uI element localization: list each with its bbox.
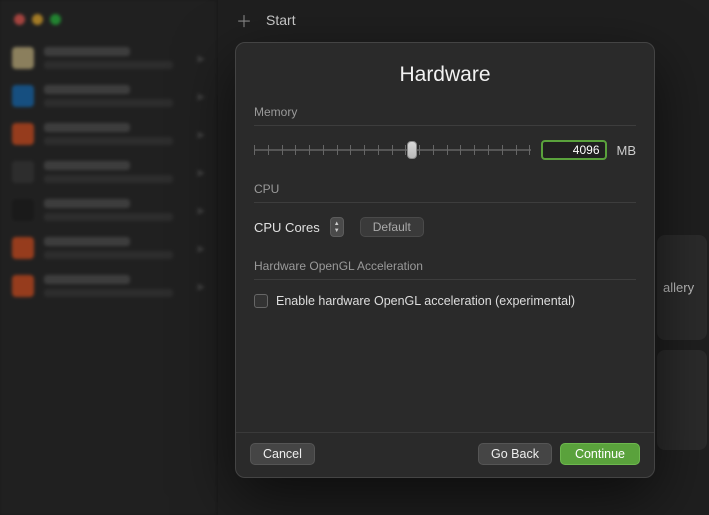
sidebar-item[interactable]: ▸ (0, 191, 217, 229)
memory-input[interactable] (541, 140, 607, 160)
sidebar-item-title (44, 199, 130, 208)
sidebar-item-texts (44, 161, 187, 183)
sidebar-item[interactable]: ▸ (0, 267, 217, 305)
zoom-icon[interactable] (50, 14, 61, 25)
divider (254, 279, 636, 280)
slider-handle-icon[interactable] (407, 141, 417, 159)
sidebar-item-title (44, 85, 130, 94)
accel-section-label: Hardware OpenGL Acceleration (254, 259, 636, 273)
sidebar-item-sub (44, 99, 173, 107)
gallery-card-peek: allery (657, 235, 707, 340)
cpu-cores-stepper[interactable]: ▲ ▼ (330, 217, 344, 237)
vm-icon (12, 47, 34, 69)
vm-icon (12, 275, 34, 297)
sidebar-item[interactable]: ▸ (0, 77, 217, 115)
gallery-card-peek-2 (657, 350, 707, 450)
sidebar-item-texts (44, 47, 187, 69)
close-icon[interactable] (14, 14, 25, 25)
divider (254, 125, 636, 126)
sidebar-item-title (44, 47, 130, 56)
sidebar-item-title (44, 237, 130, 246)
toolbar-start-label[interactable]: Start (266, 12, 296, 28)
memory-unit-label: MB (617, 143, 637, 158)
hardware-dialog: Hardware Memory MB CPU CPU Cores ▲ ▼ Def… (235, 42, 655, 478)
minimize-icon[interactable] (32, 14, 43, 25)
memory-section-label: Memory (254, 105, 636, 119)
sidebar-item-title (44, 123, 130, 132)
dialog-title: Hardware (236, 43, 654, 105)
sidebar-item-sub (44, 213, 173, 221)
sidebar-item[interactable]: ▸ (0, 115, 217, 153)
continue-button[interactable]: Continue (560, 443, 640, 465)
cpu-default-button[interactable]: Default (360, 217, 424, 237)
play-icon[interactable]: ▸ (197, 201, 205, 219)
sidebar: ▸ ▸ ▸ ▸ ▸ ▸ ▸ (0, 0, 218, 515)
sidebar-item[interactable]: ▸ (0, 229, 217, 267)
divider (254, 202, 636, 203)
sidebar-item-texts (44, 123, 187, 145)
sidebar-item-texts (44, 237, 187, 259)
chevron-down-icon[interactable]: ▼ (334, 228, 340, 234)
play-icon[interactable]: ▸ (197, 163, 205, 181)
vm-icon (12, 85, 34, 107)
dialog-footer: Cancel Go Back Continue (236, 432, 654, 477)
cpu-cores-label: CPU Cores (254, 220, 320, 235)
play-icon[interactable]: ▸ (197, 87, 205, 105)
sidebar-item-sub (44, 61, 173, 69)
vm-icon (12, 199, 34, 221)
play-icon[interactable]: ▸ (197, 239, 205, 257)
cpu-section-label: CPU (254, 182, 636, 196)
play-icon[interactable]: ▸ (197, 49, 205, 67)
sidebar-item-title (44, 275, 130, 284)
sidebar-item-texts (44, 199, 187, 221)
vm-icon (12, 161, 34, 183)
plus-icon[interactable]: ＋ (236, 8, 252, 32)
sidebar-item-sub (44, 289, 173, 297)
vm-icon (12, 123, 34, 145)
gallery-peek-label: allery (663, 280, 694, 295)
memory-slider[interactable] (254, 141, 531, 159)
sidebar-item-texts (44, 275, 187, 297)
chevron-up-icon[interactable]: ▲ (334, 221, 340, 227)
toolbar: ＋ Start (218, 0, 709, 40)
cancel-button[interactable]: Cancel (250, 443, 315, 465)
sidebar-item-texts (44, 85, 187, 107)
opengl-checkbox[interactable] (254, 294, 268, 308)
sidebar-item-sub (44, 137, 173, 145)
sidebar-item[interactable]: ▸ (0, 153, 217, 191)
vm-icon (12, 237, 34, 259)
sidebar-item-sub (44, 175, 173, 183)
sidebar-item[interactable]: ▸ (0, 39, 217, 77)
sidebar-item-title (44, 161, 130, 170)
window-controls (0, 10, 217, 39)
play-icon[interactable]: ▸ (197, 277, 205, 295)
opengl-checkbox-label: Enable hardware OpenGL acceleration (exp… (276, 294, 575, 308)
play-icon[interactable]: ▸ (197, 125, 205, 143)
sidebar-item-sub (44, 251, 173, 259)
go-back-button[interactable]: Go Back (478, 443, 552, 465)
